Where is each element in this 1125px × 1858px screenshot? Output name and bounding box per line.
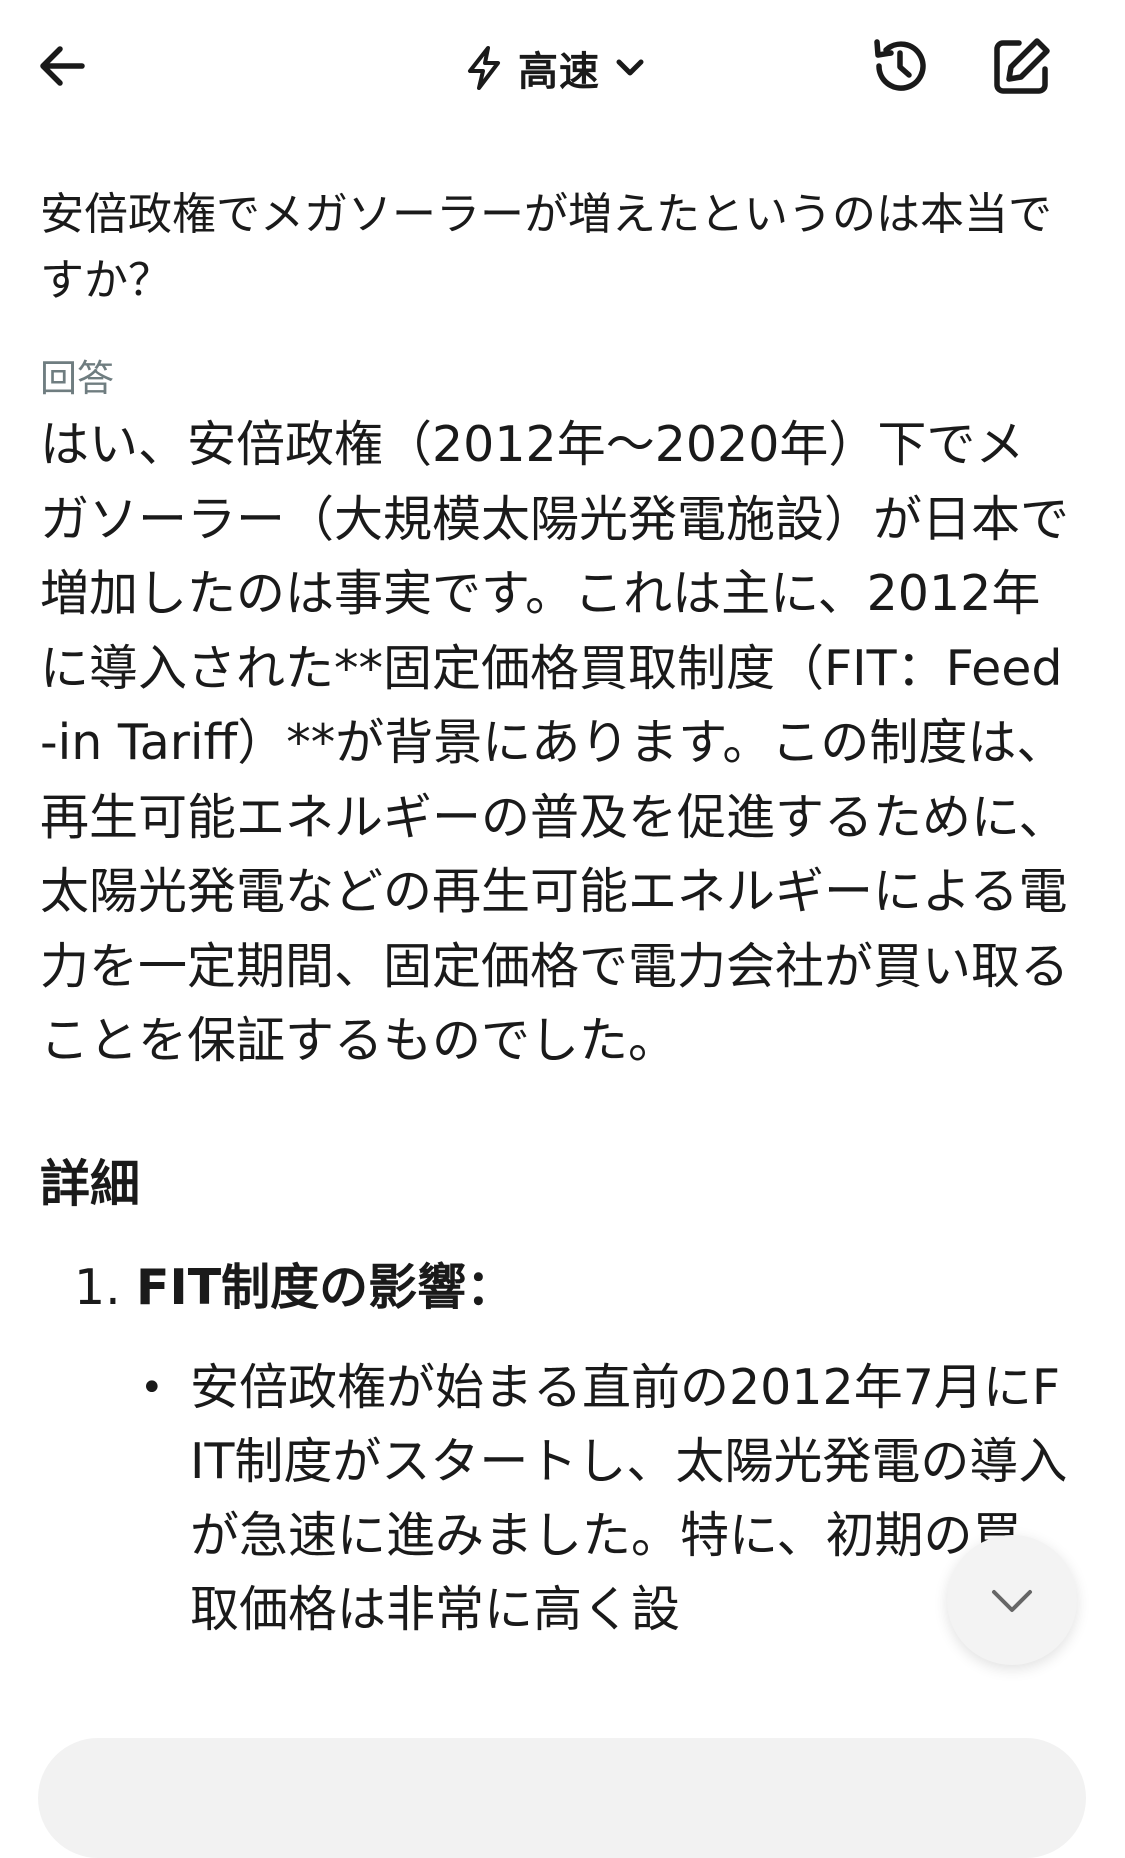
mode-label: 高速: [518, 49, 600, 95]
item-title: FIT制度の影響：: [136, 1258, 516, 1316]
answer-label: 回答: [40, 357, 114, 400]
content-fade: [0, 1660, 1125, 1710]
chevron-down-icon: [992, 1590, 1032, 1612]
back-button[interactable]: [26, 30, 98, 102]
bullet-icon: •: [140, 1364, 164, 1411]
scroll-down-button[interactable]: [947, 1535, 1077, 1665]
bullet-list: • 安倍政権が始まる直前の2012年7月にFIT制度がスタートし、太陽光発電の導…: [140, 1351, 1070, 1647]
bullet-text: 安倍政権が始まる直前の2012年7月にFIT制度がスタートし、太陽光発電の導入が…: [190, 1358, 1068, 1638]
conversation: 安倍政権でメガソーラーが増えたというのは本当ですか？ 回答 はい、安倍政権（20…: [40, 182, 1070, 1663]
answer-text: はい、安倍政権（2012年〜2020年）下でメガソーラー（大規模太陽光発電施設）…: [40, 416, 1070, 1069]
chevron-down-icon: [616, 59, 644, 76]
history-button[interactable]: [862, 28, 938, 104]
list-item: • 安倍政権が始まる直前の2012年7月にFIT制度がスタートし、太陽光発電の導…: [140, 1351, 1070, 1647]
list-item: 1. FIT制度の影響：: [74, 1253, 1070, 1323]
lightning-icon: [468, 46, 500, 90]
details-heading: 詳細: [40, 1154, 140, 1213]
edit-icon: [994, 38, 1050, 94]
history-icon: [874, 39, 926, 91]
mode-selector[interactable]: 高速: [462, 36, 648, 100]
item-number: 1.: [74, 1258, 121, 1316]
new-chat-button[interactable]: [984, 28, 1060, 104]
message-input-bar[interactable]: [38, 1738, 1086, 1858]
user-question: 安倍政権でメガソーラーが増えたというのは本当ですか？: [40, 189, 1052, 306]
arrow-left-icon: [40, 46, 85, 86]
top-bar: 高速: [0, 0, 1125, 140]
